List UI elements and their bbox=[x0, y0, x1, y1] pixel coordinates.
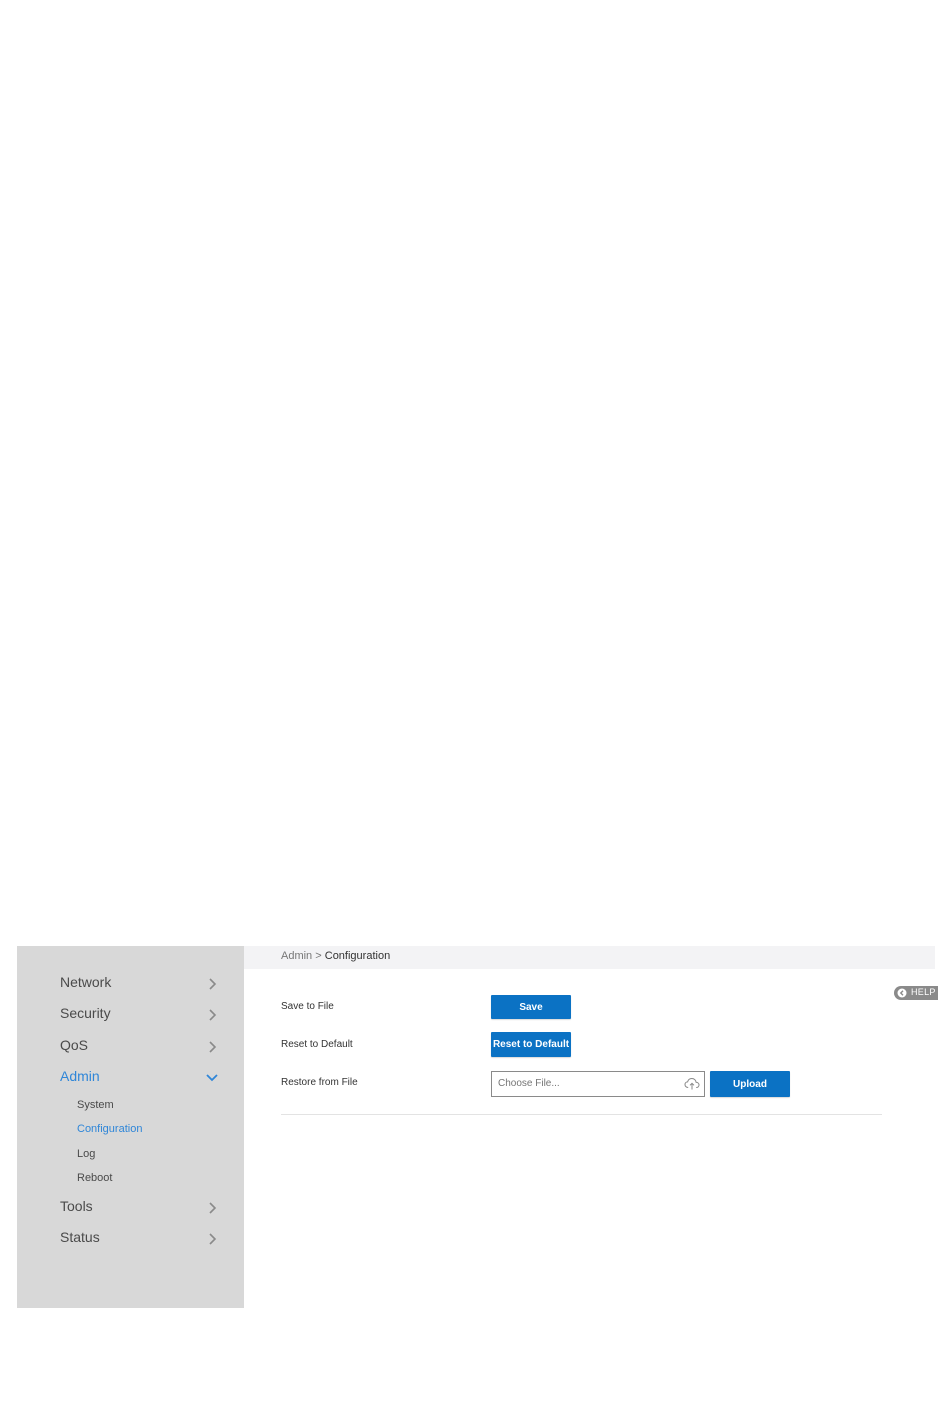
sidebar-item-label: QoS bbox=[60, 1037, 89, 1053]
sidebar-subitem-system[interactable]: System bbox=[17, 1096, 244, 1116]
breadcrumb-current: Configuration bbox=[324, 950, 391, 962]
app-frame: Network Security QoS Admin System Config… bbox=[17, 946, 938, 1308]
breadcrumb-parent[interactable]: Admin bbox=[281, 950, 312, 962]
chevron-right-icon bbox=[209, 978, 217, 990]
divider bbox=[281, 1114, 882, 1115]
sidebar-subitem-reboot[interactable]: Reboot bbox=[17, 1169, 244, 1189]
upload-button[interactable]: Upload bbox=[710, 1071, 790, 1097]
sidebar-subitem-log[interactable]: Log bbox=[17, 1145, 244, 1165]
sidebar-item-label: Tools bbox=[60, 1198, 93, 1214]
sidebar-item-tools[interactable]: Tools bbox=[17, 1194, 244, 1222]
sidebar-item-label: Security bbox=[60, 1005, 111, 1021]
sidebar-subitem-label: Configuration bbox=[77, 1123, 143, 1135]
chevron-right-icon bbox=[209, 1233, 217, 1245]
sidebar-item-label: Admin bbox=[60, 1068, 100, 1084]
breadcrumb-separator: > bbox=[315, 950, 322, 962]
chevron-right-icon bbox=[209, 1009, 217, 1021]
save-button[interactable]: Save bbox=[491, 995, 571, 1019]
sidebar-item-label: Status bbox=[60, 1229, 100, 1245]
sidebar-subitem-label: Log bbox=[77, 1148, 96, 1160]
file-chooser[interactable] bbox=[491, 1071, 705, 1097]
breadcrumb-bar: Admin > Configuration bbox=[244, 946, 935, 969]
help-button[interactable]: HELP bbox=[894, 986, 938, 1000]
breadcrumb: Admin > Configuration bbox=[281, 950, 390, 962]
sidebar-subitem-label: System bbox=[77, 1099, 114, 1111]
reset-to-default-label: Reset to Default bbox=[281, 1039, 353, 1050]
sidebar-item-network[interactable]: Network bbox=[17, 970, 244, 998]
chevron-right-icon bbox=[209, 1202, 217, 1214]
sidebar-item-qos[interactable]: QoS bbox=[17, 1033, 244, 1061]
sidebar-item-security[interactable]: Security bbox=[17, 1001, 244, 1029]
sidebar-subitem-label: Reboot bbox=[77, 1172, 113, 1184]
sidebar-item-admin[interactable]: Admin bbox=[17, 1064, 244, 1092]
sidebar: Network Security QoS Admin System Config… bbox=[17, 946, 244, 1308]
cloud-upload-icon[interactable] bbox=[684, 1077, 700, 1091]
help-label: HELP bbox=[911, 987, 936, 997]
sidebar-item-status[interactable]: Status bbox=[17, 1225, 244, 1253]
file-input[interactable] bbox=[498, 1078, 668, 1089]
restore-from-file-label: Restore from File bbox=[281, 1077, 358, 1088]
chevron-down-icon bbox=[206, 1074, 218, 1082]
save-to-file-label: Save to File bbox=[281, 1001, 334, 1012]
chevron-right-icon bbox=[209, 1041, 217, 1053]
sidebar-subitem-configuration[interactable]: Configuration bbox=[17, 1120, 244, 1140]
reset-to-default-button[interactable]: Reset to Default bbox=[491, 1032, 571, 1057]
chevron-left-circle-icon bbox=[897, 988, 907, 998]
sidebar-item-label: Network bbox=[60, 974, 112, 990]
